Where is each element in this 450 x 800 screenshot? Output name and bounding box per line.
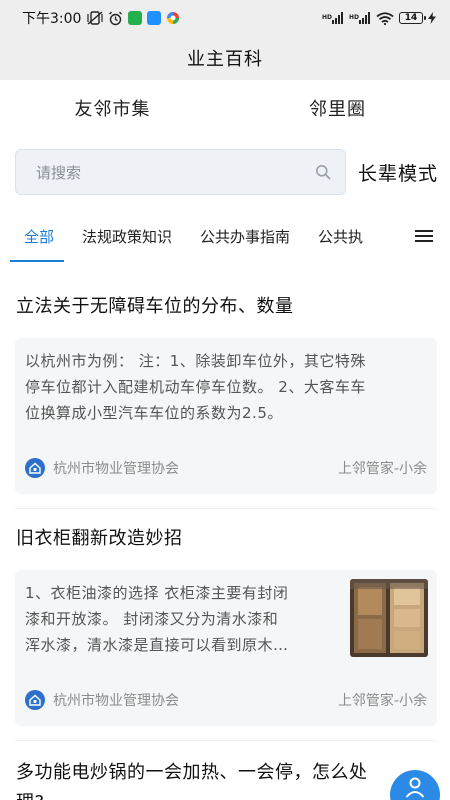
article-summary: 1、衣柜油漆的选择 衣柜漆主要有封闭 漆和开放漆。 封闭漆又分为清水漆和 浑水漆…	[25, 580, 289, 658]
divider	[15, 508, 437, 509]
search-icon[interactable]	[315, 164, 331, 180]
menu-icon	[415, 229, 433, 243]
category-tab-public-guide[interactable]: 公共办事指南	[186, 210, 304, 262]
signal-hd-icon-1: HD	[322, 12, 344, 24]
article-summary: 以杭州市为例： 注：1、除装卸车位外，其它特殊 停车位都计入配建机动车停车位数。…	[25, 348, 366, 426]
article-title-line: 多功能电炒锅的一会加热、一会停，怎么处	[16, 762, 368, 783]
article-title[interactable]: 多功能电炒锅的一会加热、一会停，怎么处 理?	[16, 758, 368, 800]
summary-line: 1、衣柜油漆的选择 衣柜漆主要有封闭	[25, 584, 289, 602]
profile-fab-button[interactable]	[390, 770, 440, 800]
summary-line: 以杭州市为例： 注：1、除装卸车位外，其它特殊	[25, 352, 366, 370]
status-bar: 下午3:00 HD HD 14	[0, 0, 450, 36]
article-thumbnail[interactable]	[350, 579, 428, 657]
wifi-icon	[376, 11, 394, 25]
tab-neighborhood[interactable]: 邻里圈	[225, 86, 450, 130]
article-meta: 杭州市物业管理协会 上邻管家-小余	[25, 456, 427, 480]
upload-app-icon	[147, 11, 162, 25]
category-tab-public-more[interactable]: 公共执	[304, 210, 377, 262]
article-title-line: 理?	[16, 788, 368, 800]
tab-market[interactable]: 友邻市集	[0, 86, 225, 130]
org-logo-icon	[25, 458, 45, 478]
summary-line: 停车位都计入配建机动车停车位数。 2、大客车车	[25, 378, 366, 396]
article-meta: 杭州市物业管理协会 上邻管家-小余	[25, 688, 427, 712]
page-header: 业主百科	[0, 36, 450, 80]
org-name: 杭州市物业管理协会	[53, 693, 179, 709]
article-title[interactable]: 立法关于无障碍车位的分布、数量	[16, 294, 294, 320]
elder-mode-button[interactable]: 长辈模式	[358, 155, 438, 189]
wechat-app-icon	[128, 11, 143, 25]
top-tabs: 友邻市集 邻里圈	[0, 86, 450, 130]
user-icon	[404, 776, 426, 798]
article-card[interactable]: 1、衣柜油漆的选择 衣柜漆主要有封闭 漆和开放漆。 封闭漆又分为清水漆和 浑水漆…	[15, 570, 437, 726]
summary-line: 位换算成小型汽车车位的系数为2.5。	[25, 404, 283, 422]
category-tabs: 全部 法规政策知识 公共办事指南 公共执	[0, 210, 450, 262]
category-tab-regulations[interactable]: 法规政策知识	[68, 210, 186, 262]
vibrate-off-icon	[87, 11, 104, 25]
svg-text:HD: HD	[349, 14, 359, 21]
charging-icon	[428, 12, 436, 24]
article-card[interactable]: 以杭州市为例： 注：1、除装卸车位外，其它特殊 停车位都计入配建机动车停车位数。…	[15, 338, 437, 494]
summary-line: 漆和开放漆。 封闭漆又分为清水漆和	[25, 610, 279, 628]
status-time: 下午3:00	[22, 11, 82, 27]
colorful-app-icon	[166, 11, 180, 25]
org-name: 杭州市物业管理协会	[53, 461, 179, 477]
category-scroll[interactable]: 全部 法规政策知识 公共办事指南 公共执	[0, 210, 398, 262]
search-input[interactable]: 请搜索	[15, 149, 346, 195]
summary-line: 浑水漆，清水漆是直接可以看到原木…	[25, 636, 289, 654]
article-title[interactable]: 旧衣柜翻新改造妙招	[16, 526, 183, 552]
signal-hd-icon-2: HD	[349, 12, 371, 24]
divider	[15, 740, 437, 741]
category-menu-button[interactable]	[398, 210, 450, 262]
svg-text:HD: HD	[322, 14, 332, 21]
author-name: 上邻管家-小余	[337, 461, 427, 477]
alarm-icon	[108, 11, 123, 26]
search-placeholder: 请搜索	[36, 163, 82, 182]
author-name: 上邻管家-小余	[337, 693, 427, 709]
category-tab-all[interactable]: 全部	[0, 210, 68, 262]
battery-indicator: 14	[399, 12, 426, 24]
org-logo-icon	[25, 690, 45, 710]
page-title: 业主百科	[187, 49, 263, 70]
